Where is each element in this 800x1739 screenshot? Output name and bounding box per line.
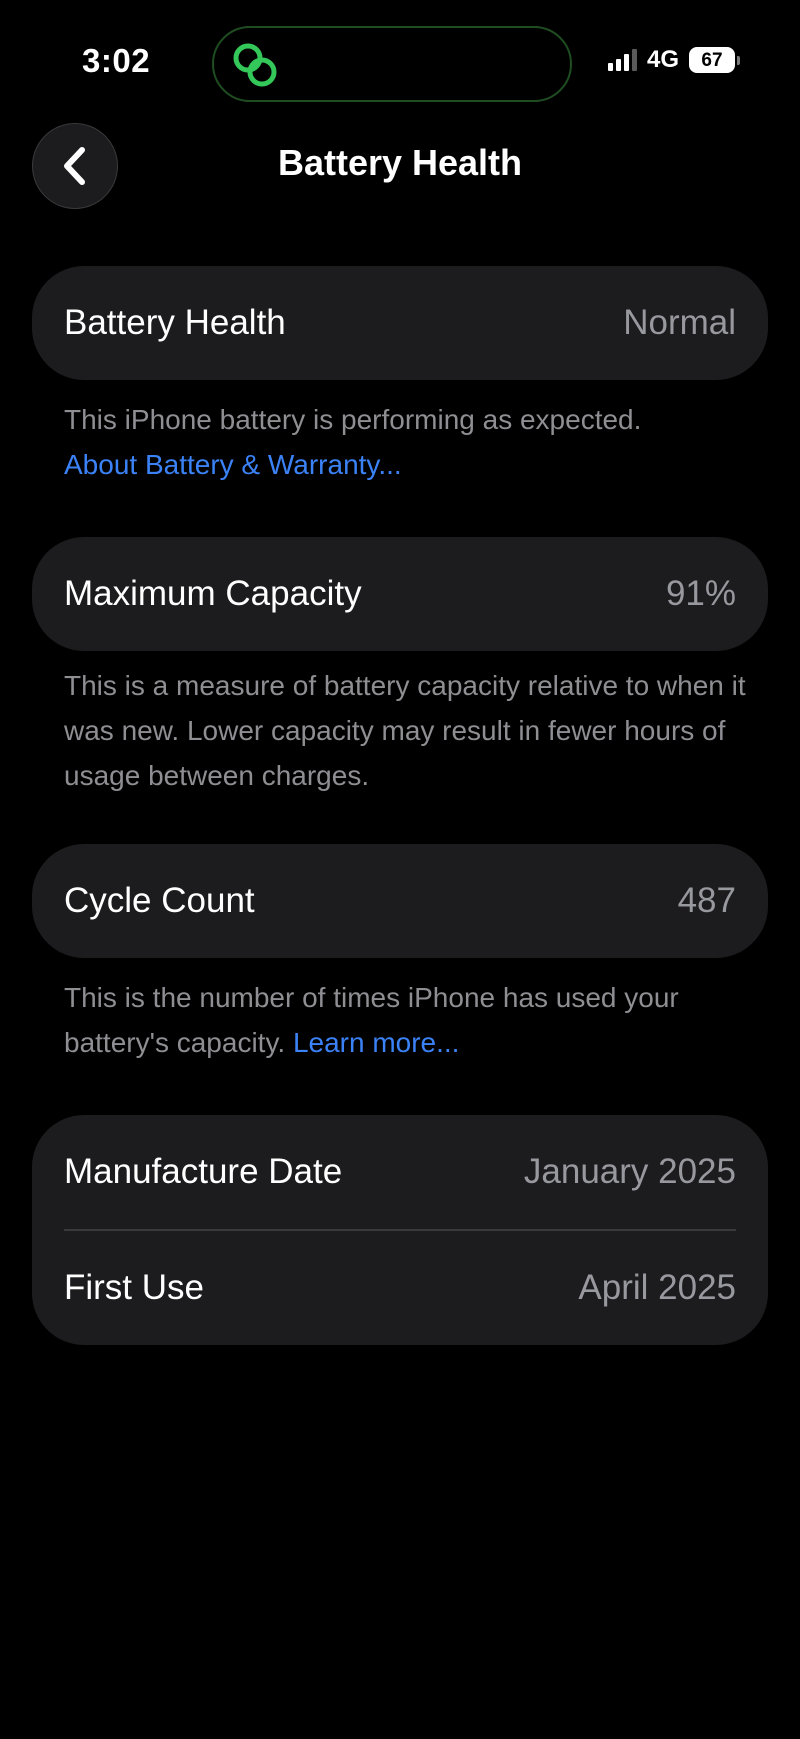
maximum-capacity-row: Maximum Capacity 91% — [64, 537, 736, 651]
maximum-capacity-description: This is a measure of battery capacity re… — [64, 670, 746, 791]
maximum-capacity-label: Maximum Capacity — [64, 574, 362, 613]
manufacture-date-row: Manufacture Date January 2025 — [64, 1115, 736, 1229]
battery-health-value: Normal — [623, 303, 736, 342]
network-type: 4G — [646, 46, 679, 73]
manufacture-date-value: January 2025 — [523, 1152, 736, 1191]
page-title: Battery Health — [277, 142, 523, 183]
cellular-signal-icon — [607, 49, 637, 71]
status-time: 3:02 — [82, 42, 151, 79]
cycle-count-label: Cycle Count — [64, 881, 255, 920]
maximum-capacity-value: 91% — [665, 574, 736, 613]
first-use-row: First Use April 2025 — [64, 1231, 736, 1345]
battery-health-description: This iPhone battery is performing as exp… — [64, 404, 642, 435]
battery-health-label: Battery Health — [64, 303, 286, 342]
manufacture-date-label: Manufacture Date — [64, 1152, 343, 1191]
cycle-count-value: 487 — [677, 881, 736, 920]
link-rings-icon — [233, 43, 277, 87]
learn-more-link[interactable]: Learn more... — [293, 1027, 460, 1058]
dynamic-island[interactable] — [212, 26, 572, 102]
battery-warranty-link[interactable]: About Battery & Warranty... — [64, 442, 754, 487]
battery-health-card: Battery Health Normal — [32, 266, 768, 380]
first-use-value: April 2025 — [578, 1267, 736, 1307]
status-bar: 3:02 4G 67 — [0, 0, 800, 120]
cycle-count-footnote: This is the number of times iPhone has u… — [64, 975, 754, 1065]
cycle-count-card: Cycle Count 487 — [32, 844, 768, 958]
battery-health-footnote: This iPhone battery is performing as exp… — [64, 397, 754, 487]
battery-icon: 67 — [689, 47, 740, 73]
battery-health-row: Battery Health Normal — [64, 266, 736, 380]
battery-level: 67 — [689, 47, 735, 73]
cycle-count-row: Cycle Count 487 — [64, 844, 736, 958]
first-use-label: First Use — [64, 1267, 204, 1307]
maximum-capacity-card: Maximum Capacity 91% — [32, 537, 768, 651]
status-indicators: 4G 67 — [607, 46, 740, 74]
dates-card: Manufacture Date January 2025 First Use … — [32, 1115, 768, 1345]
maximum-capacity-footnote: This is a measure of battery capacity re… — [64, 663, 754, 798]
